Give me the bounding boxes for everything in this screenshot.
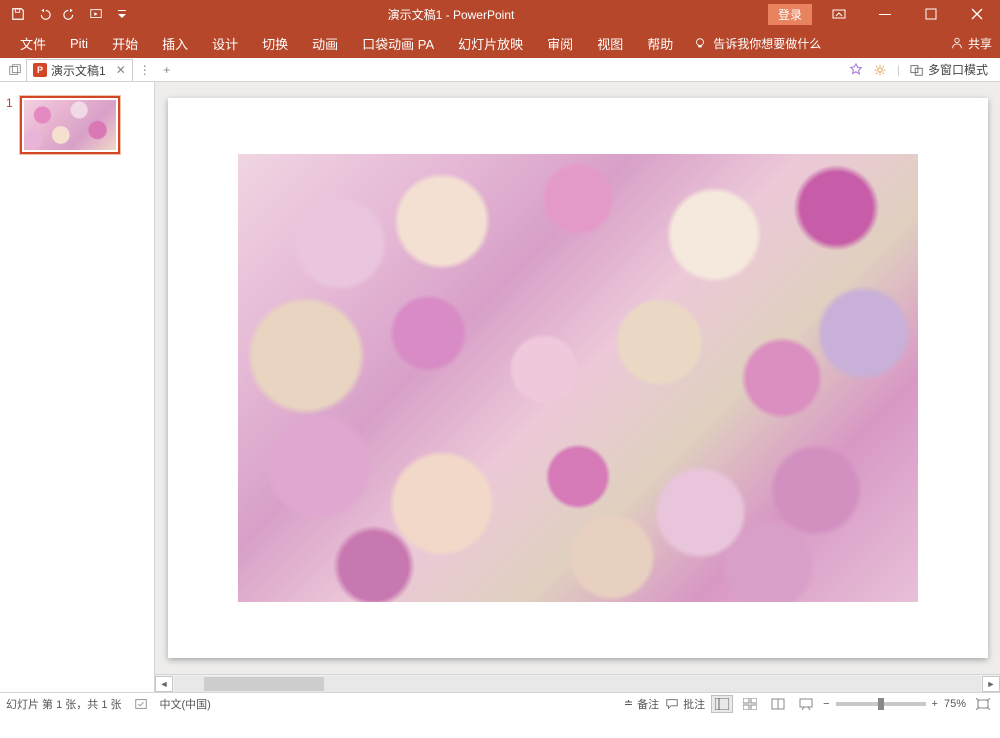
- qat-customize-button[interactable]: [110, 2, 134, 26]
- tab-animations[interactable]: 动画: [300, 28, 350, 58]
- lightbulb-icon: [693, 36, 707, 50]
- tab-pocket-animation[interactable]: 口袋动画 PA: [350, 28, 446, 58]
- horizontal-scrollbar[interactable]: ◄ ►: [155, 674, 1000, 692]
- zoom-in-button[interactable]: +: [932, 698, 938, 710]
- window-buttons: 登录: [768, 0, 1000, 28]
- multi-window-mode-button[interactable]: 多窗口模式: [910, 61, 988, 78]
- thumbnail-frame: [20, 96, 120, 154]
- new-tab-button[interactable]: +: [157, 63, 177, 77]
- ribbon-tabs: 文件 Piti 开始 插入 设计 切换 动画 口袋动画 PA 幻灯片放映 审阅 …: [0, 28, 1000, 58]
- tab-transitions[interactable]: 切换: [250, 28, 300, 58]
- slideshow-view-button[interactable]: [795, 695, 817, 713]
- tabs-icon: [8, 63, 22, 77]
- tab-design[interactable]: 设计: [200, 28, 250, 58]
- addon-star-icon[interactable]: [849, 63, 863, 77]
- close-button[interactable]: [954, 0, 1000, 28]
- spellcheck-status[interactable]: [134, 697, 148, 711]
- work-area: 1 ◄ ►: [0, 82, 1000, 692]
- share-label: 共享: [968, 35, 992, 52]
- multi-window-label: 多窗口模式: [928, 61, 988, 78]
- slide-canvas-area: ◄ ►: [155, 82, 1000, 692]
- tab-home[interactable]: 开始: [100, 28, 150, 58]
- slide-sorter-view-button[interactable]: [739, 695, 761, 713]
- scroll-left-button[interactable]: ◄: [155, 676, 173, 692]
- notes-button[interactable]: ≐ 备注: [624, 696, 659, 712]
- share-button[interactable]: 共享: [950, 35, 992, 52]
- comments-label: 批注: [683, 696, 705, 712]
- quick-access-toolbar: [0, 2, 134, 26]
- multi-window-icon: [910, 63, 924, 77]
- reading-view-button[interactable]: [767, 695, 789, 713]
- start-from-beginning-button[interactable]: [84, 2, 108, 26]
- zoom-out-button[interactable]: −: [823, 698, 829, 710]
- document-tab[interactable]: P 演示文稿1 ✕: [26, 59, 133, 81]
- slide-count-status[interactable]: 幻灯片 第 1 张，共 1 张: [6, 696, 122, 712]
- undo-button[interactable]: [32, 2, 56, 26]
- spellcheck-icon: [134, 697, 148, 711]
- slide-thumbnail-panel: 1: [0, 82, 155, 692]
- scroll-right-button[interactable]: ►: [982, 676, 1000, 692]
- tab-view[interactable]: 视图: [585, 28, 635, 58]
- fit-to-window-button[interactable]: [972, 695, 994, 713]
- language-status[interactable]: 中文(中国): [160, 696, 211, 712]
- document-tab-bar: P 演示文稿1 ✕ ⋮ + | 多窗口模式: [0, 58, 1000, 82]
- normal-view-button[interactable]: [711, 695, 733, 713]
- comment-icon: [665, 697, 679, 711]
- zoom-slider[interactable]: [836, 702, 926, 706]
- document-tab-label: 演示文稿1: [51, 62, 106, 79]
- ribbon-display-button[interactable]: [816, 0, 862, 28]
- window-title: 演示文稿1 - PowerPoint: [134, 6, 768, 23]
- tab-slideshow[interactable]: 幻灯片放映: [446, 28, 535, 58]
- comments-button[interactable]: 批注: [665, 696, 705, 712]
- status-bar: 幻灯片 第 1 张，共 1 张 中文(中国) ≐ 备注 批注 − + 75%: [0, 692, 1000, 714]
- close-tab-icon[interactable]: ✕: [116, 63, 126, 77]
- tab-piti[interactable]: Piti: [58, 28, 100, 58]
- share-icon: [950, 36, 964, 50]
- save-button[interactable]: [6, 2, 30, 26]
- tab-insert[interactable]: 插入: [150, 28, 200, 58]
- slide-thumbnail[interactable]: 1: [0, 96, 154, 154]
- scroll-handle[interactable]: [204, 677, 324, 691]
- zoom-slider-knob[interactable]: [878, 698, 884, 710]
- minimize-button[interactable]: [862, 0, 908, 28]
- scroll-track[interactable]: [174, 676, 981, 692]
- thumbnail-image: [24, 100, 116, 150]
- title-bar: 演示文稿1 - PowerPoint 登录: [0, 0, 1000, 28]
- maximize-button[interactable]: [908, 0, 954, 28]
- notes-label: 备注: [637, 696, 659, 712]
- slide-number: 1: [6, 96, 20, 154]
- powerpoint-icon: P: [33, 63, 47, 77]
- tab-separator: ⋮: [139, 63, 151, 77]
- login-button[interactable]: 登录: [768, 4, 812, 25]
- zoom-level[interactable]: 75%: [944, 698, 966, 710]
- tell-me-label: 告诉我你想要做什么: [713, 35, 821, 52]
- slide-picture[interactable]: [238, 154, 918, 602]
- tab-file[interactable]: 文件: [8, 28, 58, 58]
- settings-gear-icon[interactable]: [873, 63, 887, 77]
- tell-me-search[interactable]: 告诉我你想要做什么: [693, 35, 821, 52]
- slide[interactable]: [168, 98, 988, 658]
- redo-button[interactable]: [58, 2, 82, 26]
- tab-review[interactable]: 审阅: [535, 28, 585, 58]
- tab-help[interactable]: 帮助: [635, 28, 685, 58]
